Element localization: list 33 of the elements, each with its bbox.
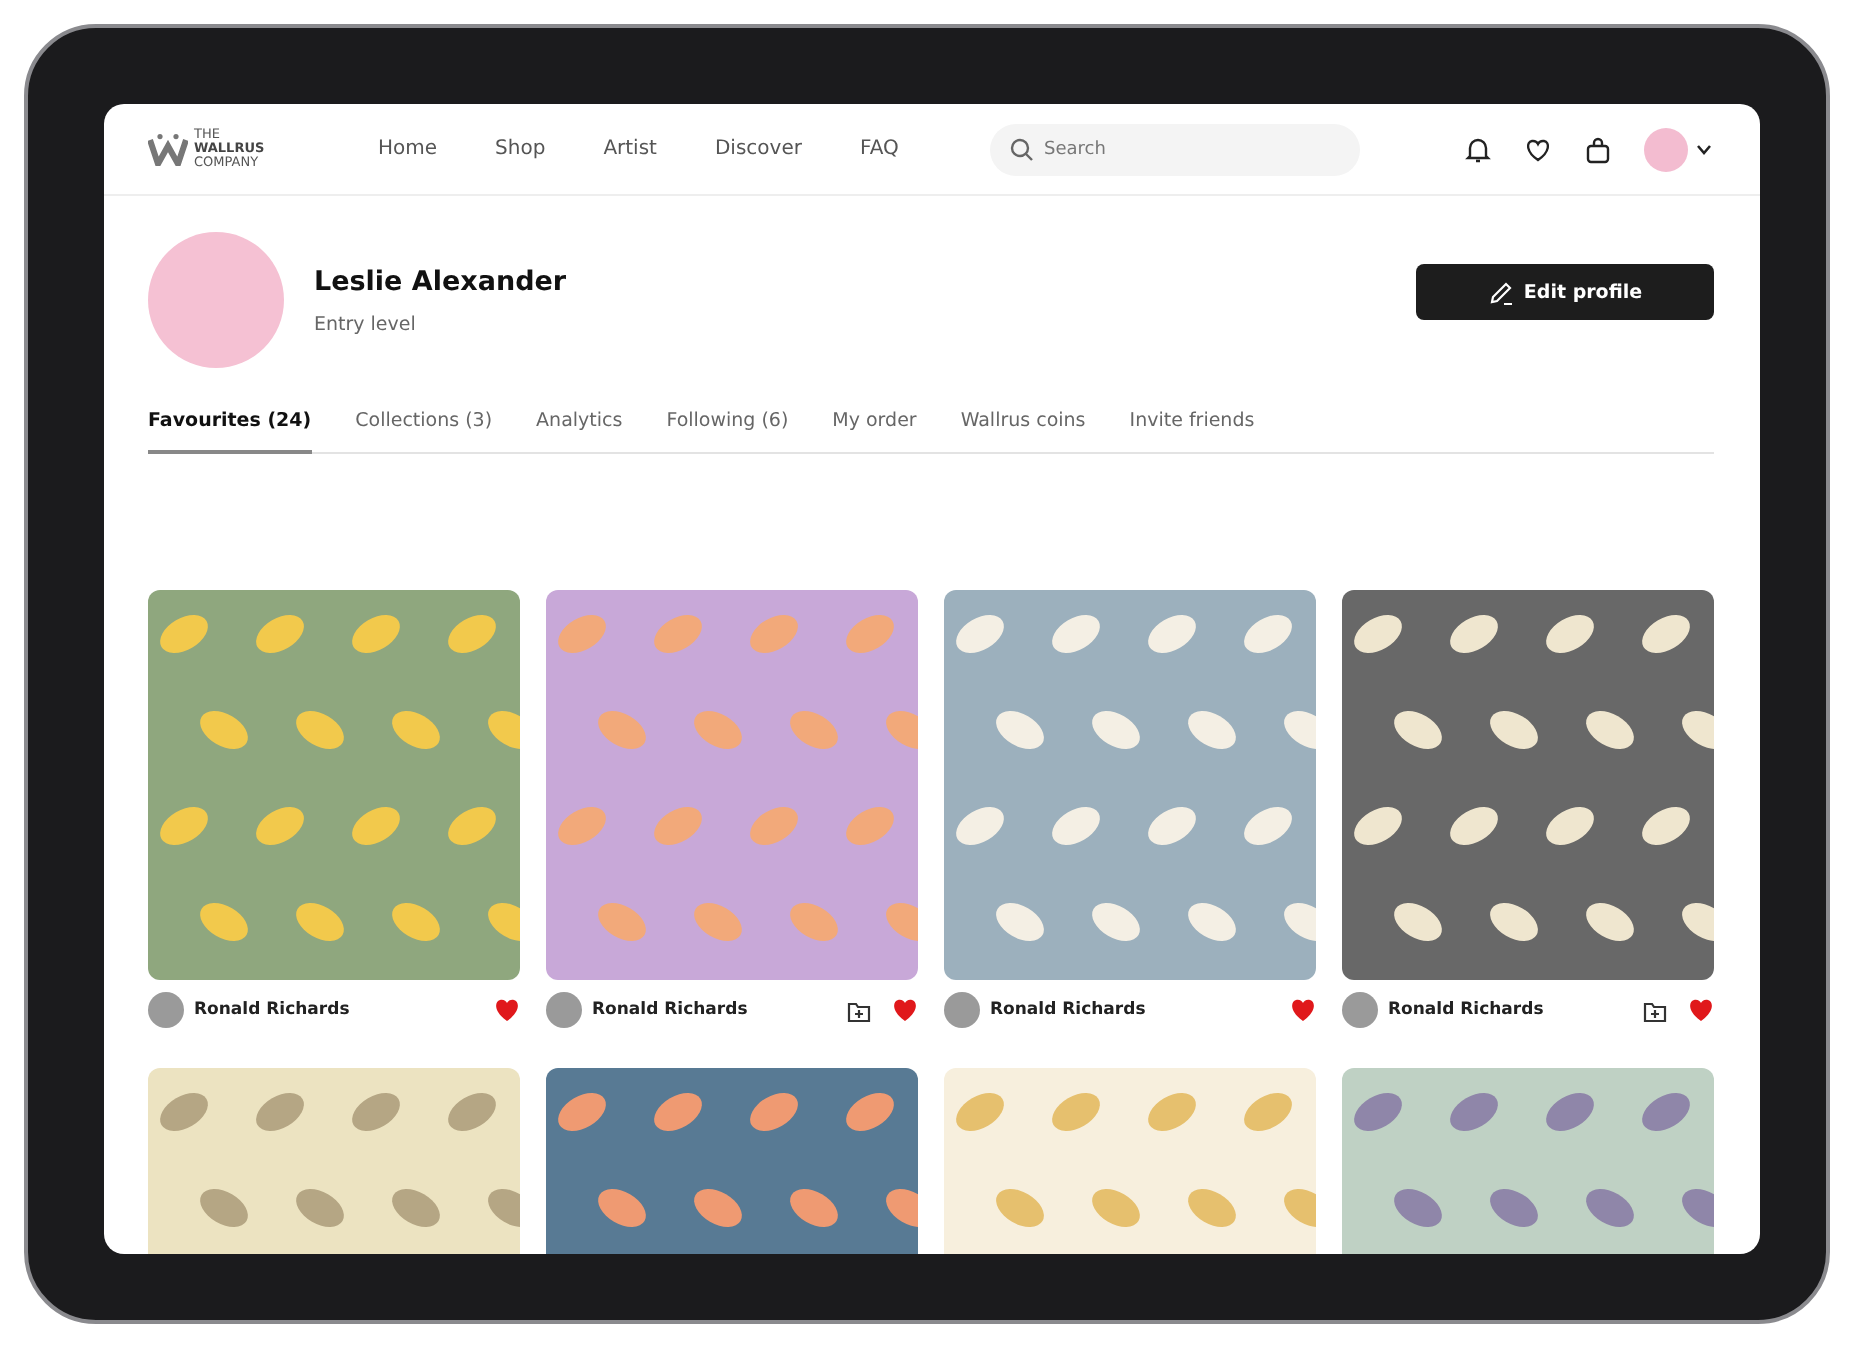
nav-link[interactable]: Artist <box>603 138 657 160</box>
chevron-down-icon[interactable] <box>1696 143 1712 155</box>
tab[interactable]: Wallrus coins <box>960 410 1086 454</box>
profile-level: Entry level <box>314 313 418 335</box>
add-to-collection-icon[interactable] <box>846 997 872 1023</box>
artist-avatar <box>148 992 184 1028</box>
add-to-collection-icon[interactable] <box>1642 997 1668 1023</box>
nav-link[interactable]: FAQ <box>859 138 899 160</box>
artist-name[interactable]: Ronald Richards <box>990 1000 1146 1020</box>
edit-profile-button[interactable]: Edit profile <box>1416 264 1714 320</box>
pattern-artwork[interactable] <box>1342 590 1714 980</box>
bell-icon[interactable] <box>1464 135 1492 163</box>
heart-icon[interactable] <box>1524 135 1552 163</box>
artist-avatar <box>546 992 582 1028</box>
artist-name[interactable]: Ronald Richards <box>1388 1000 1544 1020</box>
tab[interactable]: Invite friends <box>1129 410 1255 454</box>
nav-link[interactable]: Shop <box>495 138 546 160</box>
profile-name: Leslie Alexander <box>314 265 567 297</box>
artist-name[interactable]: Ronald Richards <box>592 1000 748 1020</box>
artist-avatar <box>944 992 980 1028</box>
tab[interactable]: Following (6) <box>666 410 789 454</box>
artist-name[interactable]: Ronald Richards <box>194 1000 350 1020</box>
artist-avatar <box>1342 992 1378 1028</box>
tab[interactable]: Favourites (24) <box>148 410 312 454</box>
tab[interactable]: My order <box>832 410 917 454</box>
nav-link[interactable]: Home <box>378 138 438 160</box>
nav-link[interactable]: Discover <box>714 138 802 160</box>
tab[interactable]: Collections (3) <box>355 410 493 454</box>
tab[interactable]: Analytics <box>536 410 623 454</box>
bag-icon[interactable] <box>1584 135 1612 163</box>
w-logo-icon <box>148 133 188 165</box>
pencil-icon <box>1487 279 1514 305</box>
search-field[interactable]: Search <box>990 123 1360 175</box>
